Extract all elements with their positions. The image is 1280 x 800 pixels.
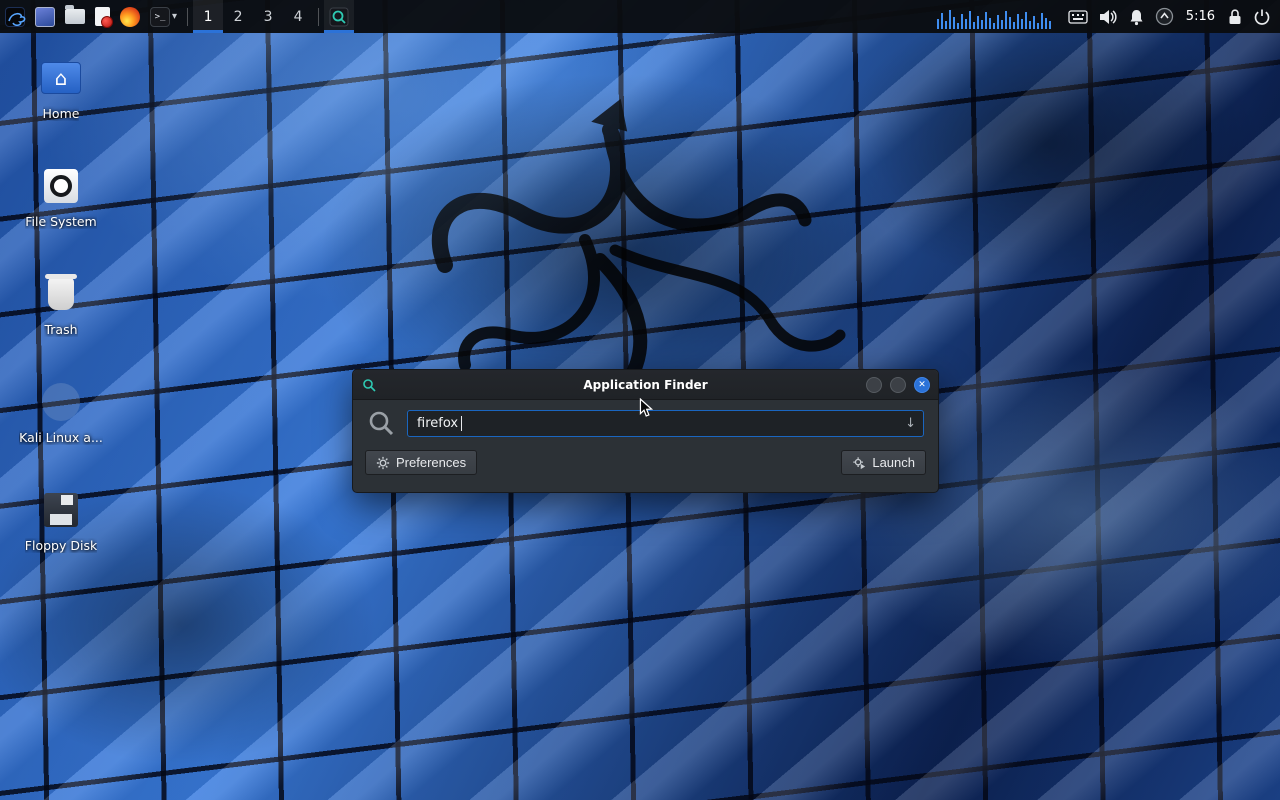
close-button[interactable]: ✕ — [914, 377, 930, 393]
panel-separator — [187, 8, 188, 26]
terminal-launcher[interactable]: >_ ▾ — [145, 0, 182, 33]
panel-separator — [318, 8, 319, 26]
text-editor-icon — [95, 7, 110, 26]
power-icon — [1253, 8, 1271, 26]
screen-lock-button[interactable] — [1222, 0, 1248, 33]
volume-control[interactable] — [1093, 0, 1123, 33]
kali-logo-icon — [5, 7, 25, 27]
window-app-icon — [361, 377, 377, 393]
desktop-icon-home[interactable]: ⌂ Home — [5, 56, 117, 121]
workspace-1[interactable]: 1 — [193, 0, 223, 33]
top-panel: >_ ▾ 1 2 3 4 — [0, 0, 1280, 33]
home-folder-icon: ⌂ — [41, 62, 81, 94]
desktop-icon-kali-docs[interactable]: Kali Linux a... — [5, 380, 117, 445]
search-input[interactable]: firefox ↓ — [407, 410, 924, 437]
workspace-4[interactable]: 4 — [283, 0, 313, 33]
lock-icon — [1227, 8, 1243, 26]
desktop-icon-floppy[interactable]: Floppy Disk — [5, 488, 117, 553]
mouse-cursor — [637, 398, 655, 418]
desktop-icon-file-system[interactable]: File System — [5, 164, 117, 229]
search-icon — [367, 409, 395, 437]
terminal-dropdown-icon[interactable]: ▾ — [172, 11, 177, 22]
firefox-icon — [120, 7, 140, 27]
desktop-icon-label: Floppy Disk — [25, 538, 97, 553]
desktop-icon-label: File System — [25, 214, 97, 229]
show-desktop-launcher[interactable] — [30, 0, 60, 33]
app-finder-taskbar-button[interactable] — [324, 0, 354, 33]
preferences-button-label: Preferences — [396, 455, 466, 470]
speaker-icon — [1098, 8, 1118, 26]
panel-clock[interactable]: 5:16 — [1179, 9, 1222, 24]
floppy-disk-icon — [44, 493, 78, 527]
minimize-button[interactable] — [866, 377, 882, 393]
window-titlebar[interactable]: Application Finder ✕ — [353, 370, 938, 400]
bell-icon — [1128, 8, 1145, 26]
file-manager-launcher[interactable] — [60, 0, 90, 33]
preferences-button[interactable]: Preferences — [365, 450, 477, 475]
launch-icon — [852, 456, 866, 470]
desktop-window-icon — [35, 7, 55, 27]
desktop-screen: >_ ▾ 1 2 3 4 — [0, 0, 1280, 800]
file-manager-icon — [65, 9, 85, 24]
trash-icon — [48, 278, 74, 310]
notifications-indicator[interactable] — [1123, 0, 1150, 33]
terminal-icon: >_ — [150, 7, 170, 27]
desktop-icon-trash[interactable]: Trash — [5, 272, 117, 337]
workspace-2[interactable]: 2 — [223, 0, 253, 33]
workspace-3[interactable]: 3 — [253, 0, 283, 33]
launch-button[interactable]: Launch — [841, 450, 926, 475]
orb-icon — [1155, 7, 1174, 26]
kali-docs-icon — [42, 383, 80, 421]
app-finder-icon — [329, 7, 349, 27]
application-finder-window: Application Finder ✕ firefox ↓ — [352, 369, 939, 493]
desktop-icon-label: Trash — [44, 322, 77, 337]
text-caret — [461, 416, 462, 431]
desktop-icon-label: Kali Linux a... — [19, 430, 103, 445]
launch-button-label: Launch — [872, 455, 915, 470]
drive-icon — [44, 169, 78, 203]
status-tray-orb[interactable] — [1150, 0, 1179, 33]
maximize-button[interactable] — [890, 377, 906, 393]
entry-dropdown-icon[interactable]: ↓ — [905, 416, 916, 431]
gear-icon — [376, 456, 390, 470]
logout-button[interactable] — [1248, 0, 1280, 33]
desktop-icon-label: Home — [43, 106, 80, 121]
search-input-value: firefox — [417, 416, 458, 431]
text-editor-launcher[interactable] — [90, 0, 115, 33]
system-monitor-graph[interactable] — [935, 5, 1055, 29]
whisker-menu-button[interactable] — [0, 0, 30, 33]
desktop-icon-column: ⌂ Home File System Trash Kali Linux a...… — [5, 56, 117, 596]
keyboard-icon — [1068, 10, 1088, 24]
window-title: Application Finder — [353, 378, 938, 392]
firefox-launcher[interactable] — [115, 0, 145, 33]
keyboard-layout-indicator[interactable] — [1063, 0, 1093, 33]
